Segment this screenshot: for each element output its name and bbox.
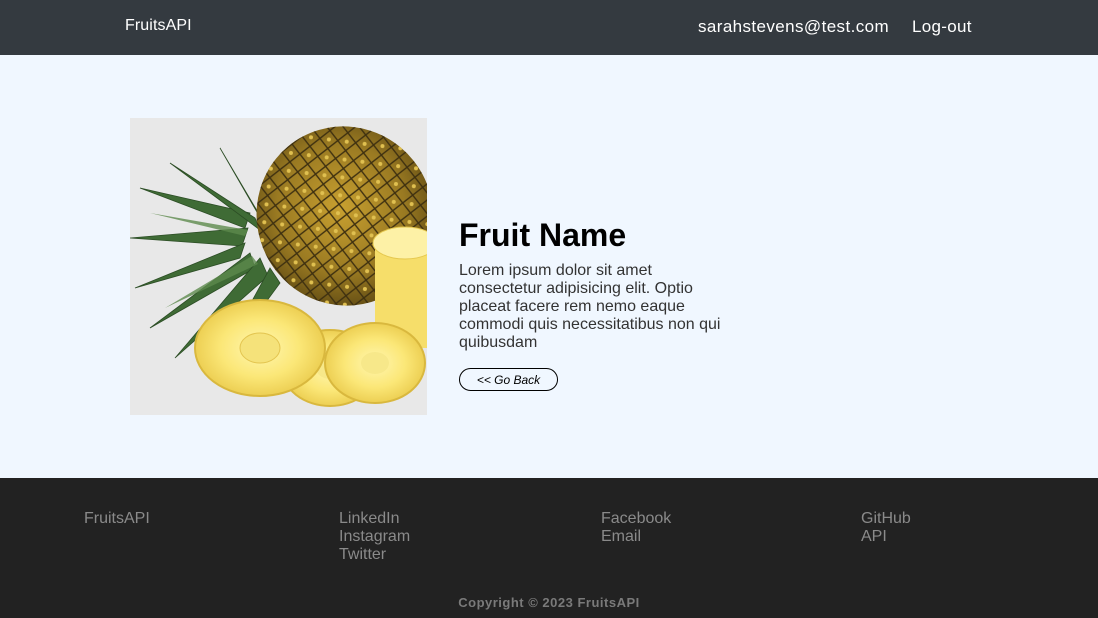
footer-link-github[interactable]: GitHub	[861, 510, 911, 528]
site-footer: FruitsAPI LinkedIn Instagram Twitter Fac…	[0, 478, 1098, 618]
footer-contact-column: Facebook Email	[601, 510, 671, 546]
brand-link[interactable]: FruitsAPI	[125, 17, 192, 35]
fruit-name-heading: Fruit Name	[459, 217, 627, 253]
top-navbar: FruitsAPI sarahstevens@test.com Log-out	[0, 0, 1098, 55]
fruit-detail-section: Fruit Name Lorem ipsum dolor sit amet co…	[0, 55, 1098, 478]
copyright-text: Copyright © 2023 FruitsAPI	[458, 595, 640, 610]
footer-brand-column: FruitsAPI	[84, 510, 150, 528]
pineapple-image	[130, 118, 427, 415]
fruit-description: Lorem ipsum dolor sit amet consectetur a…	[459, 262, 721, 351]
footer-link-facebook[interactable]: Facebook	[601, 510, 671, 528]
footer-link-instagram[interactable]: Instagram	[339, 528, 410, 546]
footer-link-twitter[interactable]: Twitter	[339, 546, 410, 564]
go-back-button[interactable]: << Go Back	[459, 368, 558, 391]
footer-link-email[interactable]: Email	[601, 528, 671, 546]
footer-dev-column: GitHub API	[861, 510, 911, 546]
user-email[interactable]: sarahstevens@test.com	[698, 17, 889, 37]
footer-link-api[interactable]: API	[861, 528, 911, 546]
footer-brand-link[interactable]: FruitsAPI	[84, 510, 150, 528]
footer-social-column: LinkedIn Instagram Twitter	[339, 510, 410, 564]
fruit-image	[130, 118, 427, 415]
logout-link[interactable]: Log-out	[912, 17, 972, 37]
footer-link-linkedin[interactable]: LinkedIn	[339, 510, 410, 528]
